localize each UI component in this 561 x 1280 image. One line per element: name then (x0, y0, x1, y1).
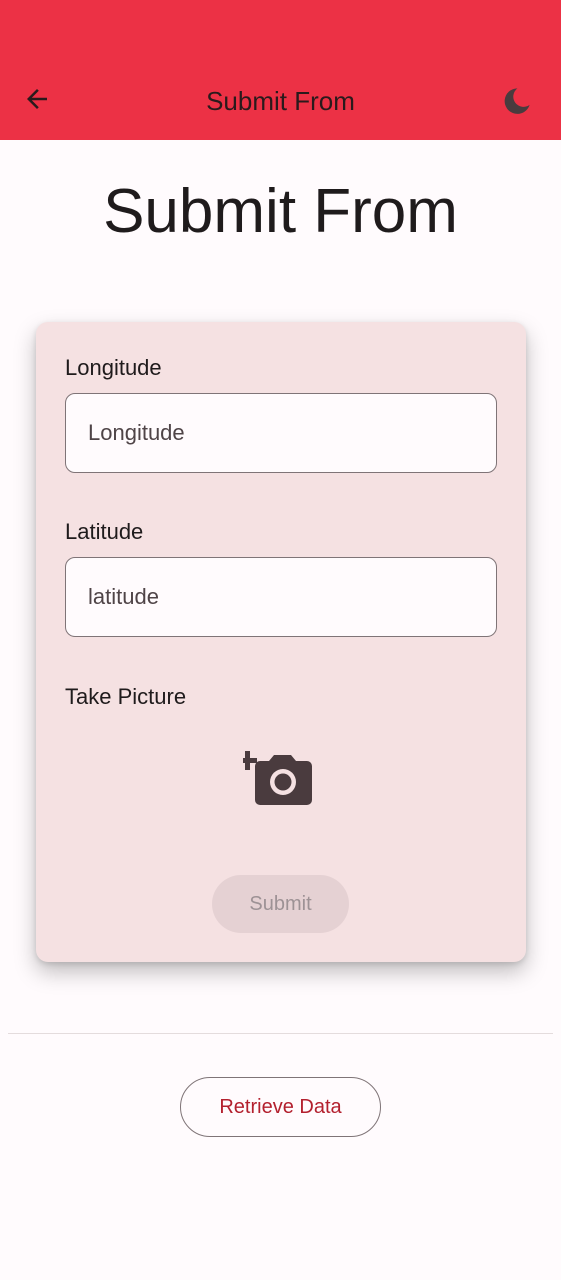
add-a-photo-icon[interactable] (243, 742, 317, 810)
divider (8, 1033, 553, 1034)
retrieve-data-button[interactable]: Retrieve Data (180, 1077, 381, 1137)
latitude-input[interactable] (65, 557, 497, 637)
dark-mode-icon[interactable] (500, 84, 534, 118)
longitude-label: Longitude (65, 355, 162, 380)
longitude-input[interactable] (65, 393, 497, 473)
submit-button[interactable]: Submit (212, 875, 349, 933)
top-app-bar: Submit From (0, 0, 561, 140)
take-picture-label: Take Picture (65, 684, 187, 709)
submit-form-card: Longitude Latitude Take Picture Submit (36, 322, 526, 962)
latitude-label: Latitude (65, 519, 144, 544)
page-title: Submit From (103, 177, 458, 246)
app-bar-title: Submit From (206, 86, 355, 116)
